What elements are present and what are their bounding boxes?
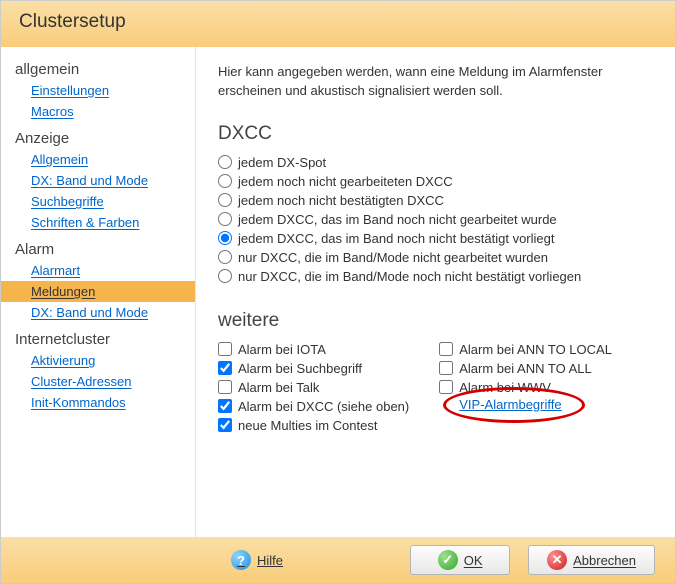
check-input[interactable] (218, 380, 232, 394)
dxcc-radio[interactable] (218, 269, 232, 283)
check-option[interactable]: Alarm bei Talk (218, 378, 409, 397)
ok-label: OK (464, 553, 483, 568)
intro-text: Hier kann angegeben werden, wann eine Me… (218, 63, 649, 101)
sidebar-item[interactable]: Init-Kommandos (1, 392, 195, 413)
check-label: Alarm bei ANN TO LOCAL (459, 342, 612, 357)
content-pane: Hier kann angegeben werden, wann eine Me… (196, 47, 675, 537)
cancel-icon: ✕ (547, 550, 567, 570)
dxcc-title: DXCC (218, 123, 649, 145)
sidebar-item[interactable]: Aktivierung (1, 350, 195, 371)
sidebar-item[interactable]: Macros (1, 101, 195, 122)
check-option[interactable]: Alarm bei WWV (439, 378, 612, 397)
check-label: Alarm bei ANN TO ALL (459, 361, 591, 376)
sidebar-group-label: Anzeige (1, 122, 195, 149)
check-option[interactable]: Alarm bei DXCC (siehe oben) (218, 397, 409, 416)
check-option[interactable]: Alarm bei Suchbegriff (218, 359, 409, 378)
sidebar-item[interactable]: Allgemein (1, 149, 195, 170)
check-input[interactable] (439, 380, 453, 394)
check-input[interactable] (218, 342, 232, 356)
sidebar-item[interactable]: DX: Band und Mode (1, 302, 195, 323)
check-label: Alarm bei WWV (459, 380, 551, 395)
check-input[interactable] (439, 342, 453, 356)
checks-left-col: Alarm bei IOTA Alarm bei Suchbegriff Alarm… (218, 340, 409, 435)
checks-right-col: Alarm bei ANN TO LOCAL Alarm bei ANN TO A… (439, 340, 612, 435)
sidebar-item[interactable]: Alarmart (1, 260, 195, 281)
dxcc-radio[interactable] (218, 231, 232, 245)
dxcc-option-label: nur DXCC, die im Band/Mode noch nicht be… (238, 269, 581, 284)
dxcc-radio[interactable] (218, 155, 232, 169)
sidebar-item[interactable]: Einstellungen (1, 80, 195, 101)
dxcc-radio[interactable] (218, 193, 232, 207)
help-link[interactable]: ? Hilfe (231, 550, 283, 570)
sidebar-item[interactable]: Cluster-Adressen (1, 371, 195, 392)
dxcc-radio[interactable] (218, 250, 232, 264)
check-option[interactable]: Alarm bei IOTA (218, 340, 409, 359)
sidebar-group-label: Internetcluster (1, 323, 195, 350)
dxcc-radio[interactable] (218, 174, 232, 188)
dxcc-option-label: jedem noch nicht bestätigten DXCC (238, 193, 444, 208)
check-label: neue Multies im Contest (238, 418, 377, 433)
check-input[interactable] (439, 361, 453, 375)
sidebar-item[interactable]: Schriften & Farben (1, 212, 195, 233)
window-title: Clustersetup (1, 1, 675, 47)
dxcc-option[interactable]: jedem noch nicht gearbeiteten DXCC (218, 172, 649, 191)
dxcc-option[interactable]: jedem DX-Spot (218, 153, 649, 172)
weitere-title: weitere (218, 310, 649, 332)
check-label: Alarm bei IOTA (238, 342, 326, 357)
dxcc-radio-group: jedem DX-Spot jedem noch nicht gearbeitet… (218, 153, 649, 286)
dxcc-option[interactable]: jedem DXCC, das im Band noch nicht bestä… (218, 229, 649, 248)
sidebar-group-label: allgemein (1, 53, 195, 80)
ok-button[interactable]: ✓ OK (410, 545, 510, 575)
ok-icon: ✓ (438, 550, 458, 570)
check-option[interactable]: Alarm bei ANN TO LOCAL (439, 340, 612, 359)
sidebar-item[interactable]: Meldungen (1, 281, 195, 302)
cancel-button[interactable]: ✕ Abbrechen (528, 545, 655, 575)
dxcc-option-label: nur DXCC, die im Band/Mode nicht gearbei… (238, 250, 548, 265)
vip-alarmbegriffe-link[interactable]: VIP-Alarmbegriffe (459, 395, 561, 414)
check-input[interactable] (218, 399, 232, 413)
dxcc-option-label: jedem DXCC, das im Band noch nicht bestä… (238, 231, 555, 246)
sidebar-item[interactable]: DX: Band und Mode (1, 170, 195, 191)
check-option[interactable]: neue Multies im Contest (218, 416, 409, 435)
check-input[interactable] (218, 418, 232, 432)
dxcc-option[interactable]: nur DXCC, die im Band/Mode nicht gearbei… (218, 248, 649, 267)
dxcc-option-label: jedem DX-Spot (238, 155, 326, 170)
cancel-label: Abbrechen (573, 553, 636, 568)
dxcc-option-label: jedem noch nicht gearbeiteten DXCC (238, 174, 453, 189)
dxcc-option[interactable]: nur DXCC, die im Band/Mode noch nicht be… (218, 267, 649, 286)
check-input[interactable] (218, 361, 232, 375)
check-label: Alarm bei DXCC (siehe oben) (238, 399, 409, 414)
dxcc-option[interactable]: jedem DXCC, das im Band noch nicht gearb… (218, 210, 649, 229)
sidebar: allgemeinEinstellungenMacrosAnzeigeAllge… (1, 47, 196, 537)
dxcc-option[interactable]: jedem noch nicht bestätigten DXCC (218, 191, 649, 210)
check-label: Alarm bei Suchbegriff (238, 361, 362, 376)
footer-bar: ? Hilfe ✓ OK ✕ Abbrechen (1, 537, 675, 583)
help-label: Hilfe (257, 553, 283, 568)
dxcc-option-label: jedem DXCC, das im Band noch nicht gearb… (238, 212, 557, 227)
sidebar-item[interactable]: Suchbegriffe (1, 191, 195, 212)
help-icon: ? (231, 550, 251, 570)
check-label: Alarm bei Talk (238, 380, 319, 395)
check-option[interactable]: Alarm bei ANN TO ALL (439, 359, 612, 378)
sidebar-group-label: Alarm (1, 233, 195, 260)
dxcc-radio[interactable] (218, 212, 232, 226)
